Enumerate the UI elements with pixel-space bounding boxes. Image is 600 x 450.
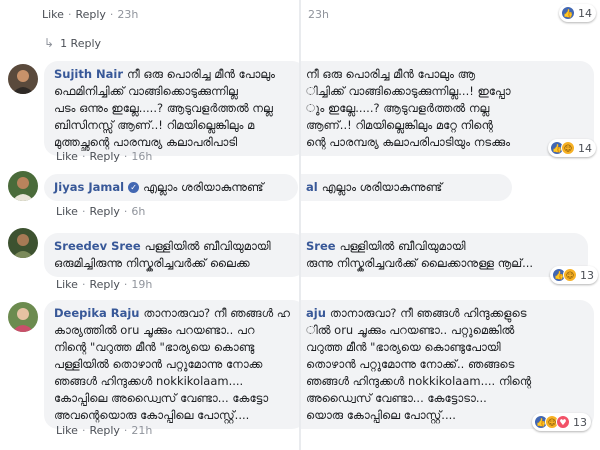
comment-text-line: പള്ളിയിൽ തൊഴാൻ പറ്റുമോന്നു നോക്ക bbox=[54, 357, 263, 371]
reply-link[interactable]: Reply bbox=[89, 205, 119, 218]
view-replies-label: 1 Reply bbox=[60, 37, 102, 50]
comment-text-line: വറുത്ത മീൻ "ഭാര്യയെ കൊണ്ടുപോയി bbox=[306, 340, 501, 354]
comment-bubble: Sree പള്ളിയിൽ ബീവിയുമായി രുന്നു നിസ്കരിച്… bbox=[300, 233, 588, 277]
reaction-summary[interactable]: 👍 ☺ 13 bbox=[550, 266, 598, 284]
comment-text-line: നീ ഒരു പൊരിച്ച മീൻ പോലും ആ bbox=[306, 67, 476, 81]
love-reaction-icon: ♥ bbox=[556, 415, 570, 429]
comment-author[interactable]: al bbox=[306, 180, 318, 194]
comment-text-line: Deepika Raju താനാരുവാ? നീ ഞങ്ങൾ ഹ bbox=[54, 306, 290, 320]
comment-text-line: ിച്ചിക്ക് വാങ്ങിക്കൊടുക്കുന്നില്ല...! ഇപ… bbox=[306, 84, 511, 98]
like-link[interactable]: Like bbox=[56, 424, 78, 437]
comment-text-line: കോപ്പിലെ അഡ്വൈസ് വേണ്ടാ... കേട്ടോ bbox=[54, 391, 269, 405]
reply-link[interactable]: Reply bbox=[89, 424, 119, 437]
comment-actions: Like · Reply · 23h bbox=[42, 8, 139, 21]
reaction-count: 13 bbox=[580, 268, 594, 282]
comment-bubble: aju താനാരുവാ? നീ ഞങ്ങൾ ഹിന്ദുക്കളുടെ ിൽ o… bbox=[300, 300, 594, 429]
comment-text-line: എല്ലാം ശരിയാകുന്നുണ്ട് bbox=[143, 180, 264, 194]
comment-author[interactable]: Deepika Raju bbox=[54, 306, 139, 320]
comment-actions: 23h bbox=[308, 8, 329, 21]
reaction-summary[interactable]: 👍 ☺ 14 bbox=[548, 139, 596, 157]
comment-text-line: Sree പള്ളിയിൽ ബീവിയുമായി bbox=[306, 239, 466, 253]
comment-author[interactable]: Sujith Nair bbox=[54, 67, 123, 81]
haha-reaction-icon: ☺ bbox=[561, 141, 575, 155]
avatar[interactable] bbox=[8, 302, 38, 332]
comment-author[interactable]: aju bbox=[306, 306, 326, 320]
comment-text-line: ഫെമിനിച്ചിക്ക് വാങ്ങിക്കൊടുക്കുന്നില്ല bbox=[54, 84, 238, 98]
comment-author[interactable]: Sree bbox=[306, 239, 336, 253]
comment-text-line: പടം ഒന്നും ഇല്ലേ.....? ആടുവളർത്തൽ നല്ല bbox=[54, 101, 273, 115]
reply-link[interactable]: Reply bbox=[89, 150, 119, 163]
reaction-count: 13 bbox=[573, 415, 587, 429]
comment-text-line: നിന്റെ "വറുത്ത മീൻ "ഭാര്യയെ കൊണ്ടു bbox=[54, 340, 255, 354]
comment-author[interactable]: Jiyas Jamal bbox=[54, 180, 124, 194]
reply-arrow-icon: ↳ bbox=[44, 36, 55, 50]
avatar[interactable] bbox=[8, 64, 38, 94]
comment-text-line: aju താനാരുവാ? നീ ഞങ്ങൾ ഹിന്ദുക്കളുടെ bbox=[306, 306, 527, 320]
verified-badge-icon: ✓ bbox=[128, 182, 140, 193]
comment-text-line: ിൽ oru ചൂക്കും പറയണ്ടാ.. പറ്റുമെങ്കിൽ bbox=[306, 323, 515, 337]
comment-actions: Like · Reply · 19h bbox=[56, 278, 153, 291]
comment-text-line: തൊഴാൻ പറ്റുമോന്നു നോക്ക്.. ഞങ്ങടെ bbox=[306, 357, 515, 371]
view-replies-link[interactable]: ↳ 1 Reply bbox=[44, 36, 101, 50]
comment-text-line: അഡ്വൈസ് വേണ്ടാ... കേട്ടോടാ... bbox=[306, 391, 487, 405]
like-link[interactable]: Like bbox=[56, 150, 78, 163]
like-link[interactable]: Like bbox=[42, 8, 64, 21]
reply-link[interactable]: Reply bbox=[89, 278, 119, 291]
comment-text-line: മുത്തച്ഛന്റെ പാരമ്പര്യ കലാപരിപാടി bbox=[54, 135, 238, 149]
left-pane: Like · Reply · 23h ↳ 1 Reply Sujith Nair നീ ഒര… bbox=[0, 0, 300, 450]
reaction-summary[interactable]: 👍 14 bbox=[559, 4, 596, 22]
comment-author[interactable]: Sreedev Sree bbox=[54, 239, 141, 253]
comment-text-line: ആണ്..! റിമയില്ലെങ്കിലും മറ്റേ നിന്റെ bbox=[306, 118, 493, 132]
comment-text-line: ഒരുമിച്ചിരുന്നു നിസ്കരിച്ചവർക്ക് ലൈക്ക bbox=[54, 256, 250, 270]
avatar[interactable] bbox=[8, 228, 38, 258]
comment-bubble: Jiyas Jamal ✓ എല്ലാം ശരിയാകുന്നുണ്ട് bbox=[44, 174, 298, 201]
comment-text-line: Sujith Nair നീ ഒരു പൊരിച്ച മീൻ പോലും bbox=[54, 67, 275, 81]
reaction-summary[interactable]: 👍 ☺ ♥ 13 bbox=[532, 413, 591, 431]
comment-text-line: ന്റെ പാരമ്പര്യ കലാപരിപാടിയും നടക്കും bbox=[306, 135, 511, 149]
comment-text-line: ഞങ്ങൾ ഹിന്ദുക്കൾ nokkikolaam.... bbox=[54, 374, 244, 388]
avatar[interactable] bbox=[8, 171, 38, 201]
comment-bubble: al എല്ലാം ശരിയാകുന്നുണ്ട് bbox=[300, 174, 512, 201]
timestamp[interactable]: 6h bbox=[131, 205, 145, 218]
timestamp[interactable]: 19h bbox=[131, 278, 152, 291]
comment-bubble: Deepika Raju താനാരുവാ? നീ ഞങ്ങൾ ഹ കാര്യത്… bbox=[44, 300, 300, 429]
comment-text-line: ും ഇല്ലേ.....? ആടുവളർത്തൽ നല്ല bbox=[306, 101, 490, 115]
comment-actions: Like · Reply · 16h bbox=[56, 150, 153, 163]
comment-text-line: Sreedev Sree പള്ളിയിൽ ബീവിയുമായി bbox=[54, 239, 271, 253]
comment-text-line: രുന്നു നിസ്കരിച്ചവർക്ക് ലൈക്കാനുള്ള നൂല്… bbox=[306, 256, 534, 270]
reaction-count: 14 bbox=[578, 6, 592, 20]
like-reaction-icon: 👍 bbox=[561, 6, 575, 20]
comment-text-line: ബിസിനസ്സ് ആണ്..! റിമയില്ലെങ്കിലും മ bbox=[54, 118, 255, 132]
comment-text-line: അവന്റെയൊരു കോപ്പിലെ പോസ്റ്റ്.... bbox=[54, 408, 250, 422]
timestamp[interactable]: 23h bbox=[117, 8, 138, 21]
reaction-count: 14 bbox=[578, 141, 592, 155]
comment-actions: Like · Reply · 21h bbox=[56, 424, 153, 437]
timestamp[interactable]: 16h bbox=[131, 150, 152, 163]
comment-bubble: Sujith Nair നീ ഒരു പൊരിച്ച മീൻ പോലും ഫെമി… bbox=[44, 61, 300, 156]
right-pane: 23h 👍 14 നീ ഒരു പൊരിച്ച മീൻ പോലും ആ ിച്ചി… bbox=[300, 0, 600, 450]
reply-link[interactable]: Reply bbox=[75, 8, 105, 21]
like-link[interactable]: Like bbox=[56, 205, 78, 218]
timestamp[interactable]: 23h bbox=[308, 8, 329, 21]
comment-text-line: എല്ലാം ശരിയാകുന്നുണ്ട് bbox=[321, 180, 443, 194]
comment-bubble: Sreedev Sree പള്ളിയിൽ ബീവിയുമായി ഒരുമിച്ച… bbox=[44, 233, 300, 277]
haha-reaction-icon: ☺ bbox=[563, 268, 577, 282]
like-link[interactable]: Like bbox=[56, 278, 78, 291]
timestamp[interactable]: 21h bbox=[131, 424, 152, 437]
comment-actions: Like · Reply · 6h bbox=[56, 205, 146, 218]
comment-text-line: ഞങ്ങൾ ഹിന്ദുക്കൾ nokkikolaam.... നിന്റെ bbox=[306, 374, 532, 388]
screenshot-divider bbox=[299, 0, 301, 450]
comment-text-line: കാര്യത്തിൽ oru ചൂക്കും പറയണ്ടാ.. പറ bbox=[54, 323, 255, 337]
